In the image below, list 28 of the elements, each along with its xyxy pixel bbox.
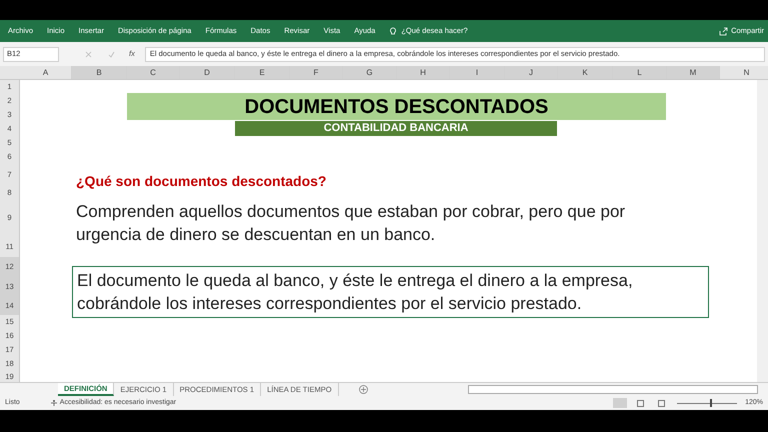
column-header[interactable]: F <box>290 66 343 79</box>
share-icon <box>719 26 728 36</box>
column-header[interactable]: N <box>738 66 755 79</box>
answer-paragraph: Comprenden aquellos documentos que estaban por cobrar, pero que por urgencia de dinero se descuentan en un banco. <box>76 201 626 246</box>
question-heading: ¿Qué son documentos descontados? <box>76 172 328 191</box>
subtitle-banner: CONTABILIDAD BANCARIA <box>235 121 557 136</box>
column-header[interactable]: G <box>343 66 397 79</box>
add-sheet-icon[interactable] <box>358 385 368 394</box>
column-header[interactable]: C <box>127 66 180 79</box>
zoom-thumb[interactable] <box>710 398 712 406</box>
horizontal-scrollbar[interactable] <box>468 385 758 394</box>
column-header[interactable]: B <box>72 66 127 79</box>
column-header[interactable]: L <box>613 66 667 79</box>
lightbulb-icon <box>389 26 398 36</box>
column-header[interactable]: J <box>505 66 558 79</box>
column-header[interactable]: K <box>558 66 613 79</box>
title-banner: DOCUMENTOS DESCONTADOS <box>127 93 666 120</box>
column-header[interactable]: M <box>667 66 720 79</box>
column-header[interactable]: I <box>450 66 505 79</box>
page-layout-icon[interactable] <box>637 400 644 406</box>
selected-cell[interactable]: El documento le queda al banco, y éste le entrega el dinero a la empresa, cobrándole los intereses correspondientes por el servicio prestado. <box>72 266 709 318</box>
check-icon[interactable] <box>108 50 115 58</box>
page-break-icon[interactable] <box>658 400 666 406</box>
vertical-scrollbar[interactable] <box>757 80 768 382</box>
accessibility-icon <box>50 399 58 407</box>
column-header[interactable]: E <box>235 66 290 79</box>
column-header[interactable]: D <box>180 66 235 79</box>
column-header[interactable]: H <box>397 66 450 79</box>
